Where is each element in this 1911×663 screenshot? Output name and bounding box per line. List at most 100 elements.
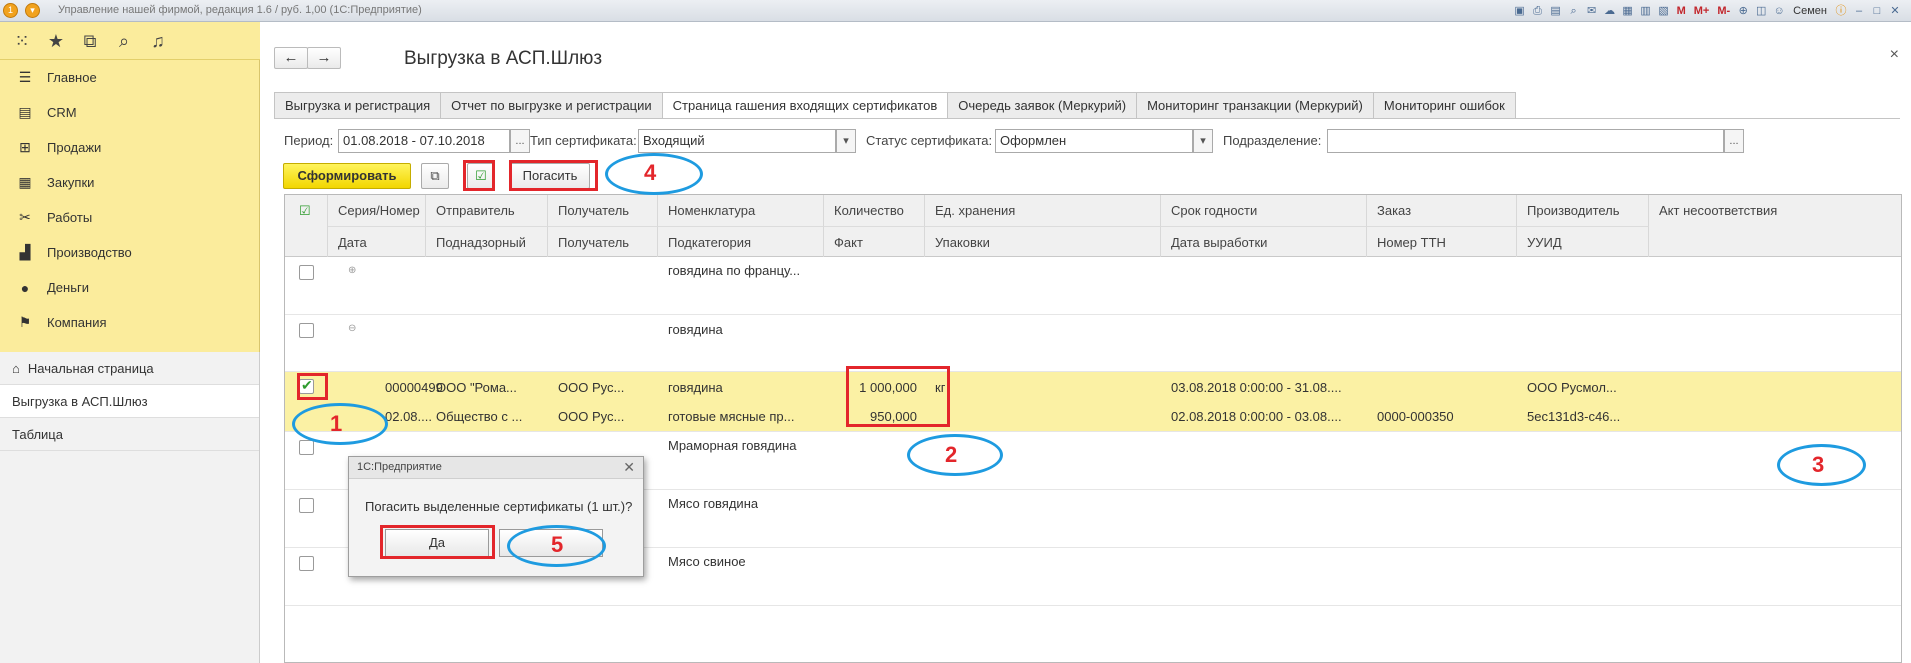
memory-subtract-button[interactable]: M- <box>1714 5 1733 17</box>
apps-grid-icon[interactable]: ⁙ <box>12 31 32 51</box>
header-sender[interactable]: Отправитель <box>426 195 548 226</box>
table-row[interactable]: ⊕ говядина по францу... <box>285 257 1901 315</box>
back-button[interactable]: ← <box>274 47 308 69</box>
row-checkbox[interactable] <box>299 323 314 338</box>
tab-export-registration[interactable]: Выгрузка и регистрация <box>274 92 442 118</box>
main-menu-icon[interactable]: ▾ <box>25 3 40 18</box>
info-icon[interactable]: ⓘ <box>1833 3 1849 19</box>
header-receiver[interactable]: Получатель <box>548 195 658 226</box>
header-receiver-2[interactable]: Получатель <box>548 226 658 257</box>
sidebar-item-works[interactable]: ✂ Работы <box>0 200 259 235</box>
certificate-type-dropdown[interactable]: ▾ <box>836 129 856 153</box>
favorites-star-icon[interactable]: ★ <box>46 31 66 51</box>
header-expiry[interactable]: Срок годности <box>1161 195 1367 226</box>
annotation-label-3: 3 <box>1812 452 1825 477</box>
tab-certificate-redemption[interactable]: Страница гашения входящих сертификатов <box>661 92 949 119</box>
header-storage-unit[interactable]: Ед. хранения <box>925 195 1161 226</box>
tab-request-queue[interactable]: Очередь заявок (Меркурий) <box>947 92 1138 118</box>
print-icon[interactable]: ⎙ <box>1530 3 1546 19</box>
header-order[interactable]: Заказ <box>1367 195 1517 226</box>
tab-export-report[interactable]: Отчет по выгрузке и регистрации <box>440 92 663 118</box>
header-fact[interactable]: Факт <box>824 226 925 257</box>
row-checkbox[interactable] <box>299 440 314 455</box>
search-icon[interactable]: ⌕ <box>114 31 134 51</box>
annotation-box-check-all <box>463 160 495 191</box>
table-icon[interactable]: ▦ <box>1620 3 1636 19</box>
sidebar-item-main[interactable]: ☰ Главное <box>0 60 259 95</box>
group-name: говядина <box>668 322 723 337</box>
user-name[interactable]: Семен <box>1789 5 1831 17</box>
cloud-icon[interactable]: ☁ <box>1602 3 1618 19</box>
period-select-button[interactable]: ... <box>510 129 530 153</box>
preview-icon[interactable]: ▤ <box>1548 3 1564 19</box>
collapse-icon[interactable]: ⊖ <box>348 323 356 334</box>
dialog-close-icon[interactable]: ✕ <box>623 459 635 476</box>
header-uuid[interactable]: УУИД <box>1517 226 1649 257</box>
open-window-home[interactable]: ⌂ Начальная страница <box>0 352 259 385</box>
annotation-box-quantity <box>846 366 950 427</box>
row-checkbox[interactable] <box>299 498 314 513</box>
save-icon[interactable]: ▣ <box>1512 3 1528 19</box>
table-row[interactable]: ⊖ говядина <box>285 315 1901 372</box>
header-producer[interactable]: Производитель <box>1517 195 1649 226</box>
tab-transaction-monitoring[interactable]: Мониторинг транзакции (Меркурий) <box>1136 92 1374 118</box>
expand-icon[interactable]: ⊕ <box>348 265 356 276</box>
memory-button[interactable]: M <box>1674 5 1689 17</box>
header-date[interactable]: Дата <box>328 226 426 257</box>
row-checkbox[interactable] <box>299 265 314 280</box>
close-window-icon[interactable]: ✕ <box>1887 3 1903 19</box>
header-series-number[interactable]: Серия/Номер <box>328 195 426 226</box>
header-ttn-number[interactable]: Номер ТТН <box>1367 226 1517 257</box>
sidebar-item-money[interactable]: ● Деньги <box>0 270 259 305</box>
header-nonconformity-act[interactable]: Акт несоответствия <box>1649 195 1901 257</box>
header-check-icon[interactable]: ☑ <box>285 195 328 257</box>
certificate-status-field[interactable]: Оформлен <box>995 129 1193 153</box>
header-nomenclature[interactable]: Номенклатура <box>658 195 824 226</box>
certificate-type-field[interactable]: Входящий <box>638 129 836 153</box>
selected-certificate-row[interactable]: 00000499 ООО "Рома... ООО Рус... говядин… <box>285 372 1901 432</box>
header-production-date[interactable]: Дата выработки <box>1161 226 1367 257</box>
crm-icon: ▤ <box>18 104 32 120</box>
search-doc-icon[interactable]: ⌕ <box>1566 3 1582 19</box>
notifications-bell-icon[interactable]: ♫ <box>148 31 168 51</box>
group-name: Мясо говядина <box>668 496 759 511</box>
flag-icon: ⚑ <box>18 314 32 330</box>
app-logo-icon[interactable]: 1 <box>3 3 18 18</box>
forward-button[interactable]: → <box>307 47 341 69</box>
tab-error-monitoring[interactable]: Мониторинг ошибок <box>1372 92 1516 118</box>
generate-button[interactable]: Сформировать <box>283 163 411 189</box>
header-packages[interactable]: Упаковки <box>925 226 1161 257</box>
calculator-icon[interactable]: ▧ <box>1656 3 1672 19</box>
calendar-icon[interactable]: ▥ <box>1638 3 1654 19</box>
sidebar-item-crm[interactable]: ▤ CRM <box>0 95 259 130</box>
annotation-box-yes <box>380 525 495 559</box>
zoom-icon[interactable]: ⊕ <box>1735 3 1751 19</box>
division-field[interactable] <box>1327 129 1724 153</box>
cell-supervised: Общество с ... <box>436 409 523 424</box>
close-form-icon[interactable]: × <box>1890 46 1899 64</box>
open-window-export[interactable]: Выгрузка в АСП.Шлюз <box>0 385 259 418</box>
header-quantity[interactable]: Количество <box>824 195 925 226</box>
division-select-button[interactable]: ... <box>1724 129 1744 153</box>
sidebar-item-production[interactable]: ▟ Производство <box>0 235 259 270</box>
history-icon[interactable]: ⧉ <box>80 31 100 51</box>
sidebar-item-company[interactable]: ⚑ Компания <box>0 305 259 340</box>
memory-add-button[interactable]: M+ <box>1691 5 1713 17</box>
cell-nomenclature: говядина <box>668 380 723 395</box>
period-field[interactable]: 01.08.2018 - 07.10.2018 <box>338 129 510 153</box>
certificate-status-dropdown[interactable]: ▾ <box>1193 129 1213 153</box>
row-checkbox[interactable] <box>299 556 314 571</box>
factory-icon: ▟ <box>19 244 31 260</box>
open-window-table[interactable]: Таблица <box>0 418 259 451</box>
copy-icon[interactable]: ⧉ <box>421 163 449 189</box>
panel-icon[interactable]: ◫ <box>1753 3 1769 19</box>
certificates-table: ☑ Серия/Номер Отправитель Получатель Ном… <box>284 194 1902 663</box>
header-subcategory[interactable]: Подкатегория <box>658 226 824 257</box>
cell-receiver: ООО Рус... <box>558 380 625 395</box>
sidebar-item-sales[interactable]: ⊞ Продажи <box>0 130 259 165</box>
sidebar-item-purchases[interactable]: ▦ Закупки <box>0 165 259 200</box>
maximize-icon[interactable]: □ <box>1869 3 1885 19</box>
header-supervised[interactable]: Поднадзорный <box>426 226 548 257</box>
mail-icon[interactable]: ✉ <box>1584 3 1600 19</box>
minimize-icon[interactable]: – <box>1851 3 1867 19</box>
